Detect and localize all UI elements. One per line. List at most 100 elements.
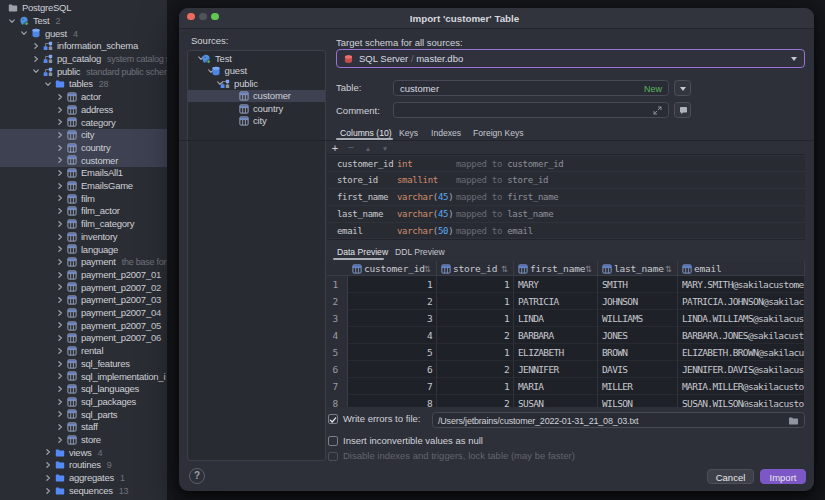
grid-cell[interactable]: 1: [437, 378, 514, 395]
sidebar-item-payment-p2007-01[interactable]: payment_p2007_01: [0, 268, 167, 281]
chevron-right-icon[interactable]: [56, 296, 64, 304]
write-errors-to-file-checkbox[interactable]: [328, 414, 338, 424]
sidebar-item-film[interactable]: film: [0, 192, 167, 205]
sidebar-item-payment-p2007-02[interactable]: payment_p2007_02: [0, 281, 167, 294]
chevron-right-icon[interactable]: [56, 360, 64, 368]
grid-header-email[interactable]: email: [678, 261, 805, 276]
grid-cell[interactable]: SUSAN.WILSON@sakilacustome: [678, 395, 805, 407]
error-file-path-field[interactable]: /Users/jetbrains/customer_2022-01-31_21_…: [432, 412, 805, 428]
help-button[interactable]: ?: [189, 468, 205, 484]
sidebar-item-payment[interactable]: paymentthe base for (p: [0, 256, 167, 269]
move-up-button[interactable]: ▲: [361, 141, 375, 156]
chevron-right-icon[interactable]: [56, 321, 64, 329]
chevron-right-icon[interactable]: [56, 334, 64, 342]
remove-column-button[interactable]: −: [344, 141, 358, 156]
grid-cell[interactable]: 1: [437, 344, 514, 361]
sidebar-item-sql-packages[interactable]: sql_packages: [0, 395, 167, 408]
column-def-row-email[interactable]: emailvarchar(50)mapped to email: [327, 223, 805, 240]
grid-header-first_name[interactable]: first_name⇅: [514, 261, 598, 276]
column-def-row-last_name[interactable]: last_namevarchar(45)mapped to last_name: [327, 206, 805, 223]
source-tree-item-city[interactable]: city: [188, 115, 325, 128]
edit-comment-button[interactable]: [674, 102, 691, 118]
sidebar-item-payment-p2007-06[interactable]: payment_p2007_06: [0, 332, 167, 345]
sort-icon[interactable]: ⇅: [501, 264, 508, 274]
chevron-right-icon[interactable]: [32, 55, 40, 63]
sidebar-item-views[interactable]: views4: [0, 446, 167, 459]
grid-cell[interactable]: MARIA: [514, 378, 598, 395]
column-def-row-first_name[interactable]: first_namevarchar(45)mapped to first_nam…: [327, 189, 805, 206]
grid-cell[interactable]: ELIZABETH.BROWN@sakilacust: [678, 344, 805, 361]
grid-cell[interactable]: MARY: [514, 276, 598, 293]
sidebar-item-sequences[interactable]: sequences13: [0, 484, 167, 497]
chevron-right-icon[interactable]: [56, 220, 64, 228]
chevron-right-icon[interactable]: [56, 283, 64, 291]
sidebar-item-public[interactable]: publicstandard public schema: [0, 65, 167, 78]
move-down-button[interactable]: ▼: [378, 141, 392, 156]
chevron-right-icon[interactable]: [44, 461, 52, 469]
target-schema-combobox[interactable]: SQL Server / master.dbo: [336, 49, 805, 68]
sidebar-item-store[interactable]: store: [0, 434, 167, 447]
source-tree-item-country[interactable]: country: [188, 102, 325, 115]
chevron-right-icon[interactable]: [56, 118, 64, 126]
preview-tab-ddl-preview[interactable]: DDL Preview: [395, 247, 445, 257]
sidebar-item-sql-languages[interactable]: sql_languages: [0, 383, 167, 396]
chevron-right-icon[interactable]: [56, 436, 64, 444]
add-column-button[interactable]: +: [328, 141, 342, 156]
chevron-right-icon[interactable]: [56, 156, 64, 164]
sidebar-item-test[interactable]: Test2: [0, 14, 167, 27]
chevron-right-icon[interactable]: [56, 347, 64, 355]
sidebar-item-sql-implementation-i[interactable]: sql_implementation_i: [0, 370, 167, 383]
grid-cell[interactable]: 5: [348, 344, 437, 361]
chevron-right-icon[interactable]: [56, 245, 64, 253]
grid-cell[interactable]: 2: [437, 395, 514, 407]
chevron-right-icon[interactable]: [56, 169, 64, 177]
grid-cell[interactable]: 7: [348, 378, 437, 395]
sidebar-item-pg-catalog[interactable]: pg_catalogsystem catalog s: [0, 53, 167, 66]
sidebar-item-category[interactable]: category: [0, 116, 167, 129]
sidebar-item-aggregates[interactable]: aggregates1: [0, 472, 167, 485]
grid-cell[interactable]: LINDA: [514, 310, 598, 327]
table-dropdown-button[interactable]: [674, 80, 691, 96]
chevron-down-icon[interactable]: [32, 67, 40, 75]
insert-inconvertible-null-checkbox[interactable]: [328, 436, 338, 446]
sidebar-item-rental[interactable]: rental: [0, 345, 167, 358]
sidebar-item-country[interactable]: country: [0, 141, 167, 154]
grid-cell[interactable]: LINDA.WILLIAMS@sakilacusto: [678, 310, 805, 327]
sidebar-item-inventory[interactable]: inventory: [0, 230, 167, 243]
sidebar-item-address[interactable]: address: [0, 103, 167, 116]
sidebar-item-tables[interactable]: tables28: [0, 78, 167, 91]
grid-cell[interactable]: BARBARA: [514, 327, 598, 344]
chevron-down-icon[interactable]: [44, 80, 52, 88]
chevron-right-icon[interactable]: [44, 487, 52, 495]
grid-cell[interactable]: 1: [437, 310, 514, 327]
sidebar-item-staff[interactable]: staff: [0, 421, 167, 434]
sidebar-item-film-actor[interactable]: film_actor: [0, 205, 167, 218]
sidebar-item-city[interactable]: city: [0, 129, 167, 142]
comment-field[interactable]: [393, 102, 669, 118]
grid-cell[interactable]: SUSAN: [514, 395, 598, 407]
grid-cell[interactable]: BARBARA.JONES@sakilacustom: [678, 327, 805, 344]
sort-icon[interactable]: ⇅: [585, 264, 592, 274]
grid-cell[interactable]: JENNIFER: [514, 361, 598, 378]
grid-cell[interactable]: JONES: [598, 327, 678, 344]
sort-icon[interactable]: ⇅: [665, 264, 672, 274]
chevron-right-icon[interactable]: [44, 474, 52, 482]
sidebar-item-payment-p2007-05[interactable]: payment_p2007_05: [0, 319, 167, 332]
sidebar-item-emailsgame[interactable]: EmailsGame: [0, 180, 167, 193]
sidebar-item-customer[interactable]: customer: [0, 154, 167, 167]
chevron-right-icon[interactable]: [56, 423, 64, 431]
chevron-right-icon[interactable]: [56, 207, 64, 215]
chevron-right-icon[interactable]: [56, 410, 64, 418]
chevron-right-icon[interactable]: [56, 194, 64, 202]
sidebar-item-film-category[interactable]: film_category: [0, 218, 167, 231]
grid-header-customer_id[interactable]: customer_id⇅: [348, 261, 437, 276]
grid-cell[interactable]: WILLIAMS: [598, 310, 678, 327]
grid-header-store_id[interactable]: store_id⇅: [437, 261, 514, 276]
chevron-right-icon[interactable]: [56, 93, 64, 101]
chevron-right-icon[interactable]: [56, 233, 64, 241]
chevron-right-icon[interactable]: [44, 448, 52, 456]
tab-indexes[interactable]: Indexes: [431, 128, 461, 138]
table-name-field[interactable]: customer New: [393, 80, 669, 96]
grid-cell[interactable]: 2: [437, 327, 514, 344]
sidebar-item-sql-parts[interactable]: sql_parts: [0, 408, 167, 421]
